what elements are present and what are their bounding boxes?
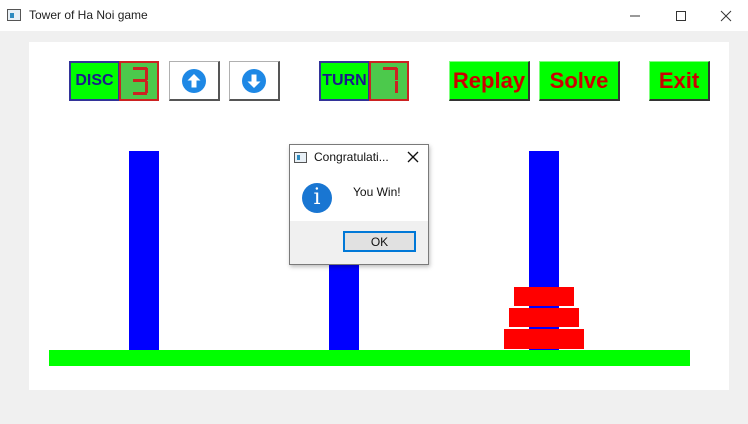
minimize-icon [630,15,640,16]
window-title: Tower of Ha Noi game [29,8,148,22]
exit-button[interactable]: Exit [649,61,710,101]
turn-label: TURN [319,61,370,101]
solve-button[interactable]: Solve [539,61,620,101]
arrow-down-circle-icon [242,68,266,93]
maximize-icon [676,10,686,21]
maximize-button[interactable] [658,0,704,31]
peg-1 [129,151,159,350]
minimize-button[interactable] [612,0,658,31]
base-platform [49,350,690,366]
title-bar: Tower of Ha Noi game [0,0,748,31]
dialog-message: You Win! [353,185,401,199]
arrow-up-circle-icon [182,68,206,93]
turn-count-display [369,61,409,101]
close-icon [407,151,419,163]
disc-medium[interactable] [509,308,579,327]
replay-button[interactable]: Replay [449,61,530,101]
disc-count-display [119,61,159,101]
disc-small[interactable] [514,287,574,306]
ok-button[interactable]: OK [343,231,416,252]
decrease-discs-button[interactable] [229,61,280,101]
turn-count-digit [383,67,398,93]
dialog-app-icon [294,152,307,163]
info-icon: i [302,183,332,213]
disc-large[interactable] [504,329,584,349]
disc-count-digit [133,67,148,95]
dialog-footer: OK [290,221,428,264]
dialog-title: Congratulati... [314,150,389,164]
increase-discs-button[interactable] [169,61,220,101]
dialog-close-button[interactable] [404,148,422,166]
disc-label: DISC [69,61,120,101]
congratulations-dialog: Congratulati... i You Win! OK [289,144,429,265]
close-button[interactable] [703,0,748,31]
app-icon [7,9,21,21]
close-icon [720,10,732,21]
